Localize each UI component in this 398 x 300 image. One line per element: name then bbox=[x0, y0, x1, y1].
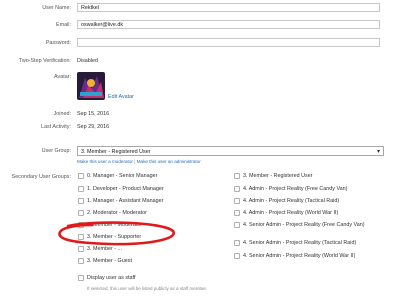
user-name-input[interactable]: Rektkel bbox=[77, 3, 380, 12]
group-checkbox[interactable] bbox=[234, 222, 240, 228]
last-activity-label: Last Activity: bbox=[41, 124, 71, 130]
group-checkbox[interactable] bbox=[234, 253, 240, 259]
chevron-down-icon: ▾ bbox=[376, 149, 380, 155]
user-group-selected: 3. Member - Registered User bbox=[81, 149, 151, 155]
group-label: 4. Senior Admin - Project Reality (World… bbox=[243, 253, 356, 259]
link-separator: | bbox=[134, 159, 136, 164]
group-checkbox[interactable] bbox=[78, 258, 84, 264]
make-moderator-link[interactable]: Make this user a moderator bbox=[77, 159, 133, 164]
last-activity-value: Sep 29, 2016 bbox=[77, 124, 110, 130]
display-staff-label: Display user as staff bbox=[87, 275, 136, 281]
annotation-circle bbox=[58, 221, 175, 246]
group-checkbox[interactable] bbox=[78, 198, 84, 204]
user-group-select[interactable]: 3. Member - Registered User ▾ bbox=[77, 146, 384, 156]
group-label: 4. Admin - Project Reality (Tactical Rai… bbox=[243, 198, 340, 204]
user-name-label: User Name: bbox=[42, 5, 71, 11]
group-checkbox[interactable] bbox=[234, 198, 240, 204]
user-group-links: Make this user a moderator | Make this u… bbox=[77, 159, 201, 164]
display-staff-checkbox[interactable] bbox=[78, 275, 84, 281]
group-label: 4. Admin - Project Reality (World War II… bbox=[243, 210, 339, 216]
annotation-circle-stroke bbox=[58, 221, 175, 246]
group-checkbox[interactable] bbox=[78, 246, 84, 252]
password-input[interactable] bbox=[77, 38, 380, 47]
email-input[interactable]: oswalker@live.dk bbox=[77, 20, 380, 29]
group-label: 1. Manager - Assistant Manager bbox=[87, 198, 164, 204]
make-admin-link[interactable]: Make this user an administrator bbox=[137, 159, 201, 164]
joined-label: Joined: bbox=[53, 111, 71, 117]
email-label: Email: bbox=[56, 22, 71, 28]
display-staff-hint: If selected, this user will be listed pu… bbox=[87, 286, 207, 291]
group-checkbox[interactable] bbox=[234, 240, 240, 246]
group-label: 0. Manager - Senior Manager bbox=[87, 173, 158, 179]
group-label: 4. Admin - Project Reality (Free Candy V… bbox=[243, 186, 348, 192]
group-checkbox[interactable] bbox=[78, 210, 84, 216]
group-label: 3. Member - Registered User bbox=[243, 173, 313, 179]
group-checkbox[interactable] bbox=[234, 210, 240, 216]
user-group-label: User Group: bbox=[41, 148, 71, 154]
group-checkbox[interactable] bbox=[78, 186, 84, 192]
group-checkbox[interactable] bbox=[234, 173, 240, 179]
group-label: 4. Senior Admin - Project Reality (Free … bbox=[243, 222, 365, 228]
secondary-groups-label: Secondary User Groups: bbox=[11, 174, 71, 180]
two-step-label: Two-Step Verification: bbox=[18, 58, 71, 64]
group-label: 1. Developer - Product Manager bbox=[87, 186, 164, 192]
two-step-value: Disabled bbox=[77, 58, 98, 64]
group-checkbox[interactable] bbox=[78, 173, 84, 179]
group-label: 3. Member - ... bbox=[87, 246, 123, 252]
edit-avatar-link[interactable]: Edit Avatar bbox=[108, 94, 134, 100]
password-label: Password: bbox=[45, 40, 71, 46]
group-checkbox[interactable] bbox=[234, 186, 240, 192]
avatar-image[interactable] bbox=[77, 72, 105, 100]
avatar-label: Avatar: bbox=[54, 74, 71, 80]
group-label: 3. Member - Guest bbox=[87, 258, 132, 264]
group-label: 4. Senior Admin - Project Reality (Tacti… bbox=[243, 240, 357, 246]
group-label: 2. Moderator - Moderator bbox=[87, 210, 147, 216]
joined-value: Sep 15, 2016 bbox=[77, 111, 110, 117]
